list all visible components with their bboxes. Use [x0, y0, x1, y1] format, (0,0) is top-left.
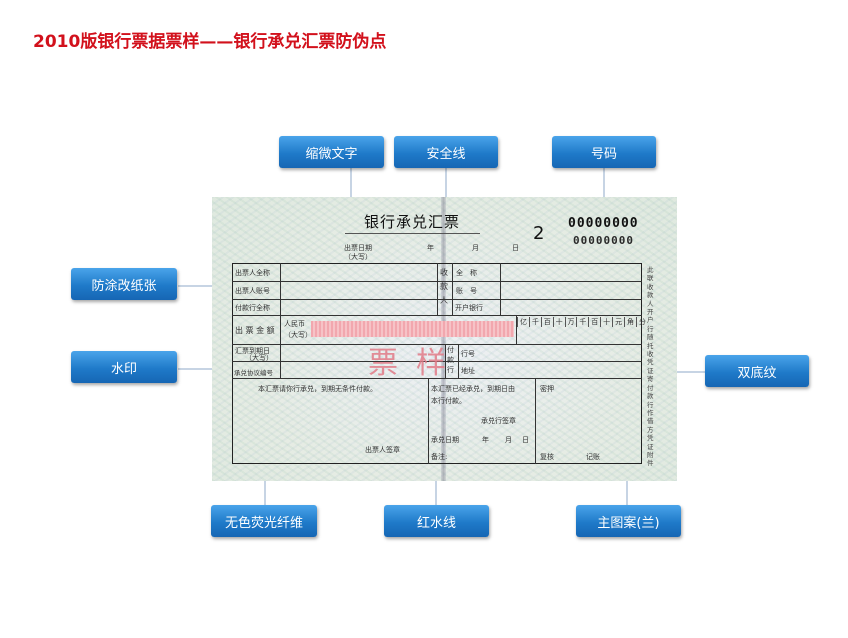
acceptance-month: 月 — [505, 436, 512, 444]
serial-number-bottom: 00000000 — [573, 234, 634, 247]
secret-code-label: 密押 — [540, 385, 554, 393]
digit-unit-cell: 万 — [564, 317, 577, 327]
opening-bank-label: 开户银行 — [455, 304, 483, 312]
col-line — [452, 263, 453, 315]
drawer-full-name-label: 出票人全称 — [235, 269, 270, 277]
col-line — [500, 263, 501, 315]
issue-day: 日 — [512, 244, 519, 252]
specimen-stamp: 票样 — [368, 346, 464, 381]
issue-year: 年 — [427, 244, 434, 252]
serial-number-top: 00000000 — [568, 216, 639, 231]
acceptance-date-label: 承兑日期 — [431, 436, 459, 444]
payee-account-label: 账 号 — [456, 287, 477, 295]
col-line — [280, 263, 281, 378]
digit-unit-cell: 十 — [552, 317, 565, 327]
title-underline — [345, 233, 480, 234]
digit-unit-cell: 角 — [624, 317, 636, 327]
callout-micro-text: 缩微文字 — [279, 136, 384, 168]
acceptance-year: 年 — [482, 436, 489, 444]
col-line — [428, 378, 429, 464]
remarks-label: 备注: — [431, 453, 448, 461]
acceptance-day: 日 — [522, 436, 529, 444]
callout-anti-alteration-paper: 防涂改纸张 — [71, 268, 177, 300]
digit-unit-cell: 百 — [588, 317, 600, 327]
callout-dual-background: 双底纹 — [705, 355, 809, 387]
col-line — [535, 378, 536, 464]
paying-bank-name-label: 付款行全称 — [235, 304, 270, 312]
payee-vertical-label: 收款人 — [440, 268, 448, 305]
side-vertical-text: 此联收款人开户行随托收凭证寄付款行作借方凭证附件 — [647, 266, 654, 468]
digit-unit-cell: 亿 — [517, 317, 529, 327]
red-fluorescent-strip — [311, 321, 514, 337]
callout-colorless-fluorescent-fiber: 无色荧光纤维 — [211, 505, 317, 537]
bill-copy-number: 2 — [533, 223, 545, 244]
bill-title: 银行承兑汇票 — [364, 213, 461, 231]
record-label: 记账 — [586, 453, 600, 461]
callout-serial-number: 号码 — [552, 136, 656, 168]
callout-main-pattern: 主图案(兰) — [576, 505, 681, 537]
acceptance-no-label: 承兑协议编号 — [234, 369, 273, 377]
currency-sub-label: （大写） — [284, 331, 312, 339]
note-mid-2: 本行付款。 — [431, 397, 466, 405]
note-mid-1: 本汇票已经承兑，到期日由 — [431, 385, 515, 393]
digit-unit-cell: 千 — [576, 317, 588, 327]
callout-security-thread: 安全线 — [394, 136, 498, 168]
due-date-sub-label: （大写） — [245, 354, 273, 362]
note-left: 本汇票请你行承兑，到期无条件付款。 — [258, 385, 377, 393]
drawer-account-label: 出票人账号 — [235, 287, 270, 295]
payee-full-name-label: 全 称 — [456, 269, 477, 277]
page-title: 2010版银行票据票样——银行承兑汇票防伪点 — [33, 32, 387, 52]
review-label: 复核 — [540, 453, 554, 461]
callout-watermark: 水印 — [71, 351, 177, 383]
digit-unit-cell: 十 — [600, 317, 612, 327]
amount-digit-units: 亿千百十万千百十元角分 — [517, 317, 646, 327]
issue-month: 月 — [472, 244, 479, 252]
digit-unit-cell: 千 — [528, 317, 541, 327]
currency-label: 人民币 — [284, 320, 305, 328]
issue-date-sub: （大写） — [344, 253, 372, 261]
amount-label: 出 票 金 额 — [235, 326, 275, 335]
col-line — [437, 263, 438, 315]
drawer-seal-label: 出票人签章 — [365, 446, 400, 454]
digit-unit-cell: 元 — [612, 317, 624, 327]
row-line — [232, 315, 642, 316]
digit-unit-cell: 分 — [635, 317, 648, 327]
callout-red-water-line: 红水线 — [384, 505, 489, 537]
digit-unit-cell: 百 — [540, 317, 553, 327]
acceptor-seal-label: 承兑行签章 — [481, 417, 516, 425]
